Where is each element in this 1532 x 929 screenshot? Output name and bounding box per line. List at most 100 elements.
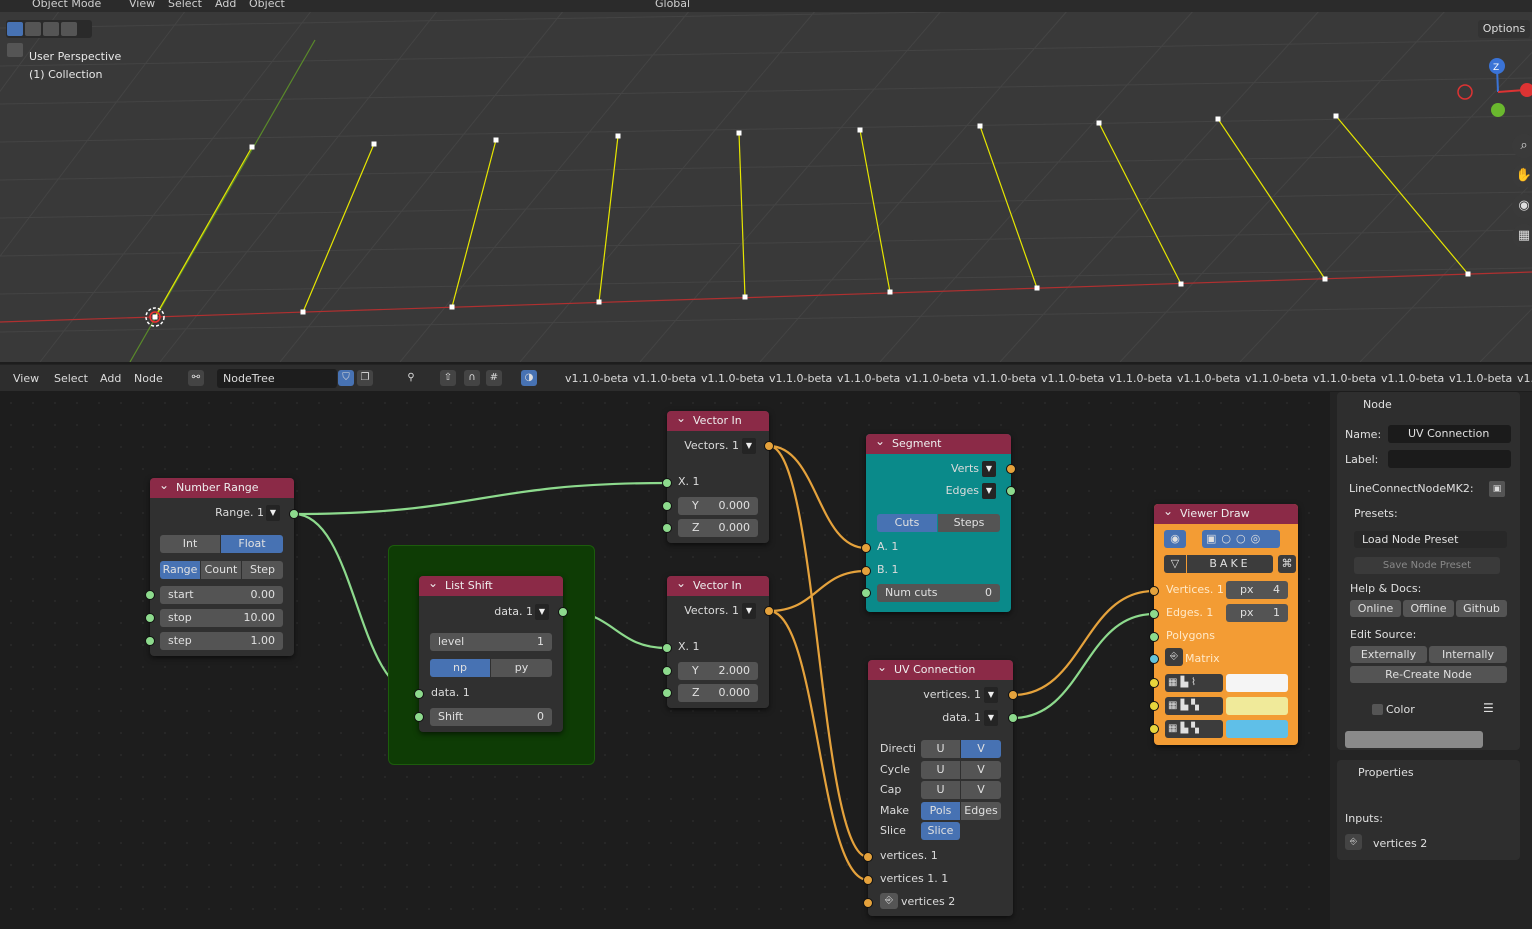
viewer-edge-color-socket[interactable] <box>1149 701 1159 711</box>
vector-in-2-x-socket[interactable] <box>662 643 672 653</box>
np-button[interactable]: np <box>430 659 490 677</box>
uv-vertices-out-dropdown[interactable]: ▼ <box>984 687 998 703</box>
node-list-shift[interactable]: List Shift data. 1 ▼ level1 np py data. … <box>414 573 568 732</box>
3d-viewport[interactable]: Z Object Mode View Select Add Object Glo… <box>0 0 1532 362</box>
ne-menu-node[interactable]: Node <box>134 372 163 385</box>
node-panel-title[interactable]: Node <box>1363 398 1392 411</box>
input-item-icon[interactable]: ⎆ <box>1345 834 1362 850</box>
pin-icon[interactable]: ⚲ <box>403 370 419 386</box>
edit-externally-button[interactable]: Externally <box>1350 646 1427 663</box>
vp-menu-select[interactable]: Select <box>168 0 202 10</box>
stop-field[interactable]: stop 10.00 <box>160 609 283 627</box>
bake-options-icon[interactable]: ▽ <box>1164 555 1186 573</box>
vector-in-1-output-dropdown[interactable]: ▼ <box>742 438 756 454</box>
vector-in-2-z-field[interactable]: Z 0.000 <box>678 684 758 702</box>
node-uv-connection[interactable]: UV Connection vertices. 1 ▼ data. 1 ▼ Di… <box>863 657 1018 916</box>
py-button[interactable]: py <box>491 659 552 677</box>
fake-user-shield-icon[interactable]: ⛉ <box>338 370 354 386</box>
poly-color-icons[interactable]: ▦▙▚ <box>1165 720 1223 738</box>
cycle-u-button[interactable]: U <box>921 761 960 779</box>
type-int-button[interactable]: Int <box>160 535 220 553</box>
node-id-icon[interactable]: ▣ <box>1489 481 1505 497</box>
poly-color-swatch[interactable] <box>1226 720 1288 738</box>
viewer-matrix-socket[interactable] <box>1149 654 1159 664</box>
stop-socket[interactable] <box>145 613 155 623</box>
ne-menu-select[interactable]: Select <box>54 372 88 385</box>
cap-u-button[interactable]: U <box>921 781 960 799</box>
vert-color-icons[interactable]: ▦▙⌇ <box>1165 674 1223 692</box>
list-shift-header[interactable]: List Shift <box>419 573 563 596</box>
vector-in-2-output-dropdown[interactable]: ▼ <box>742 603 756 619</box>
color-checkbox[interactable] <box>1372 704 1383 715</box>
uv-vertices-in2-socket[interactable] <box>863 875 873 885</box>
segment-b-socket[interactable] <box>861 566 871 576</box>
shift-field[interactable]: Shift 0 <box>430 708 552 726</box>
cap-v-button[interactable]: V <box>961 781 1001 799</box>
viewer-poly-color-socket[interactable] <box>1149 724 1159 734</box>
edge-width-field[interactable]: px 1 <box>1226 604 1288 622</box>
color-presets-icon[interactable]: ☰ <box>1483 701 1494 715</box>
ne-menu-add[interactable]: Add <box>100 372 121 385</box>
display-mode-icons[interactable]: ▣○○◎ <box>1202 530 1280 548</box>
level-field[interactable]: level 1 <box>430 633 552 651</box>
vp-menu-add[interactable]: Add <box>215 0 236 10</box>
vector-in-1-z-field[interactable]: Z 0.000 <box>678 519 758 537</box>
step-field[interactable]: step 1.00 <box>160 632 283 650</box>
node-viewer-draw[interactable]: Viewer Draw ◉ ▣○○◎ ▽ BAKE ⌘ Vertices. 1 … <box>1149 501 1298 745</box>
node-label-field[interactable] <box>1388 450 1511 468</box>
list-shift-data-socket[interactable] <box>414 689 424 699</box>
node-link[interactable] <box>293 481 668 516</box>
node-color-swatch[interactable] <box>1345 731 1483 748</box>
edit-internally-button[interactable]: Internally <box>1429 646 1507 663</box>
offline-button[interactable]: Offline <box>1403 600 1454 617</box>
numcuts-socket[interactable] <box>861 588 871 598</box>
ne-menu-view[interactable]: View <box>13 372 39 385</box>
github-button[interactable]: Github <box>1456 600 1507 617</box>
vector-in-1-output-socket[interactable] <box>764 441 774 451</box>
vector-in-2-header[interactable]: Vector In <box>667 573 769 596</box>
overlay-icon[interactable]: ◑ <box>521 370 537 386</box>
node-tree-type-icon[interactable]: ⚯ <box>188 370 204 386</box>
number-range-header[interactable]: Number Range <box>150 475 294 498</box>
vertex-size-field[interactable]: px 4 <box>1226 581 1288 599</box>
properties-panel-title[interactable]: Properties <box>1358 766 1414 779</box>
selection-mode-buttons[interactable] <box>6 20 92 57</box>
vector-in-2-z-socket[interactable] <box>662 688 672 698</box>
vector-in-1-header[interactable]: Vector In <box>667 408 769 431</box>
numcuts-field[interactable]: Num cuts 0 <box>877 584 1000 602</box>
mode-count-button[interactable]: Count <box>201 561 241 579</box>
segment-a-socket[interactable] <box>861 543 871 553</box>
pan-hand-icon[interactable]: ✋ <box>1512 164 1532 188</box>
direction-v-button[interactable]: V <box>961 740 1001 758</box>
mode-step-button[interactable]: Step <box>242 561 283 579</box>
vector-in-1-z-socket[interactable] <box>662 523 672 533</box>
uv-vertices-in1-socket[interactable] <box>863 852 873 862</box>
viewer-vert-color-socket[interactable] <box>1149 678 1159 688</box>
uv-data-out-dropdown[interactable]: ▼ <box>984 710 998 726</box>
snap-magnet-icon[interactable]: ∩ <box>464 370 480 386</box>
eye-icon[interactable]: ◉ <box>1164 530 1186 548</box>
grid-view-icon[interactable]: ▦ <box>1512 224 1532 248</box>
recreate-node-button[interactable]: Re-Create Node <box>1350 666 1507 683</box>
viewer-polygons-socket[interactable] <box>1149 632 1159 642</box>
vector-in-2-output-socket[interactable] <box>764 606 774 616</box>
node-link[interactable] <box>768 444 869 859</box>
cuts-button[interactable]: Cuts <box>877 514 937 532</box>
vector-in-2-y-field[interactable]: Y 2.000 <box>678 662 758 680</box>
node-link[interactable] <box>768 569 867 613</box>
duplicate-tree-icon[interactable]: ❐ <box>357 370 373 386</box>
vp-menu-object[interactable]: Object <box>249 0 285 10</box>
node-link[interactable] <box>768 609 869 882</box>
list-shift-output-socket[interactable] <box>558 607 568 617</box>
mode-range-button[interactable]: Range <box>160 561 200 579</box>
segment-header[interactable]: Segment <box>866 431 1011 454</box>
vp-menu-view[interactable]: View <box>129 0 155 10</box>
node-tree-name-field[interactable]: NodeTree <box>217 369 337 388</box>
vector-in-1-y-field[interactable]: Y 0.000 <box>678 497 758 515</box>
node-link[interactable] <box>1012 589 1155 697</box>
step-socket[interactable] <box>145 636 155 646</box>
options-button[interactable]: Options <box>1478 20 1530 38</box>
slice-button[interactable]: Slice <box>921 822 960 840</box>
node-segment[interactable]: Segment Verts ▼ Edges ▼ Cuts Steps A. 1 … <box>861 431 1016 612</box>
snap-grid-icon[interactable]: # <box>486 370 502 386</box>
